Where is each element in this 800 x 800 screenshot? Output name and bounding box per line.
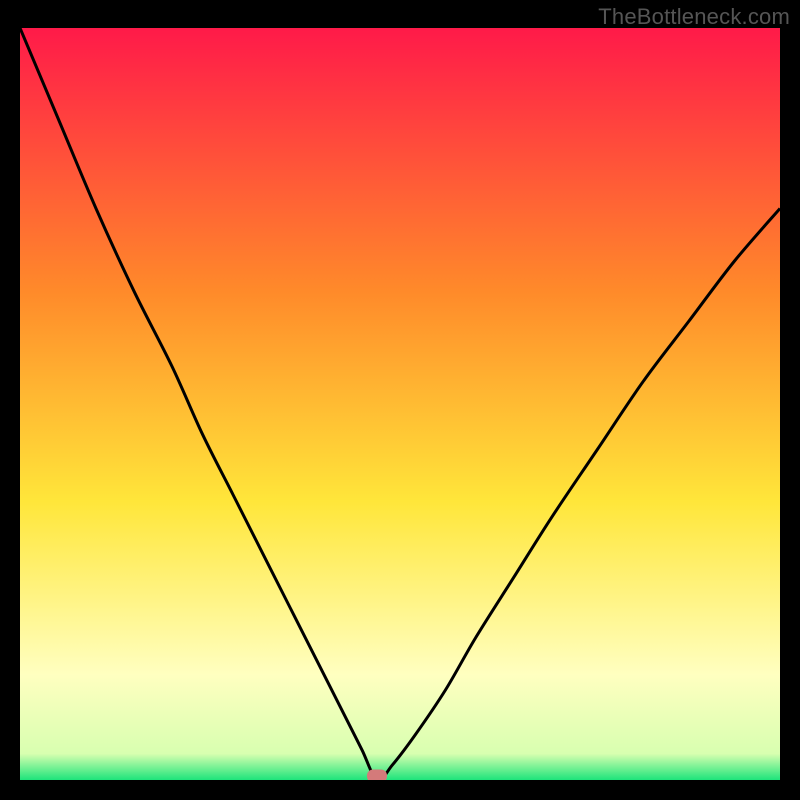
optimal-point-marker — [367, 770, 387, 781]
chart-container: TheBottleneck.com — [0, 0, 800, 800]
bottleneck-curve — [20, 28, 780, 780]
plot-area — [20, 28, 780, 780]
watermark-text: TheBottleneck.com — [598, 4, 790, 30]
